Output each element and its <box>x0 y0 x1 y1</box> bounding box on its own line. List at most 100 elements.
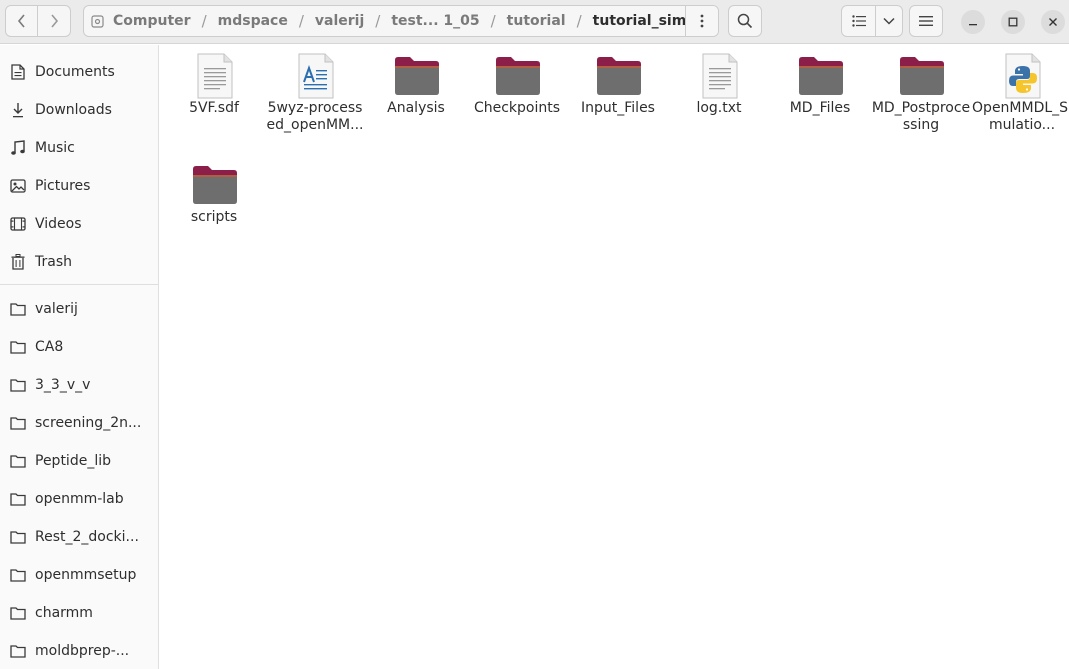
path-menu-button[interactable] <box>685 6 718 36</box>
sidebar-item-label: 3_3_v_v <box>35 377 91 393</box>
sidebar-item-label: charmm <box>35 605 93 621</box>
breadcrumb-separator: / <box>490 12 496 30</box>
folder-icon <box>193 166 237 204</box>
search-icon <box>737 13 753 29</box>
sidebar-item-videos[interactable]: Videos <box>0 205 158 243</box>
folder-icon <box>9 490 27 508</box>
text-file-icon <box>197 53 233 99</box>
folder-item[interactable]: MD_Postprocessing <box>870 45 970 153</box>
file-grid: 5VF.sdf 5wyz-processed_openMM... Analysi… <box>160 45 1069 669</box>
sidebar-item-label: Downloads <box>35 102 112 118</box>
folder-icon <box>395 57 439 95</box>
sidebar-item-label: screening_2n... <box>35 415 142 431</box>
music-icon <box>9 139 27 157</box>
forward-button[interactable] <box>38 5 71 37</box>
sidebar-item-pictures[interactable]: Pictures <box>0 167 158 205</box>
view-options-dropdown[interactable] <box>875 5 903 37</box>
breadcrumb-test[interactable]: test... 1_05 <box>387 13 483 29</box>
folder-icon <box>9 300 27 318</box>
close-icon <box>1049 18 1057 26</box>
sidebar-separator <box>0 284 158 285</box>
maximize-icon <box>1008 17 1018 27</box>
folder-icon <box>9 528 27 546</box>
file-item[interactable]: OpenMMDL_Simulatio... <box>971 45 1069 153</box>
file-item[interactable]: 5VF.sdf <box>163 45 263 153</box>
sidebar-item-label: valerij <box>35 301 78 317</box>
sidebar-bookmark[interactable]: charmm <box>0 594 158 632</box>
breadcrumb-tutorial[interactable]: tutorial <box>503 13 570 29</box>
folder-item[interactable]: scripts <box>163 154 263 234</box>
file-name: MD_Postprocessing <box>871 100 971 133</box>
sidebar-item-label: Trash <box>35 254 72 270</box>
sidebar-bookmark[interactable]: CA8 <box>0 328 158 366</box>
folder-icon <box>9 604 27 622</box>
sidebar-item-label: openmm-lab <box>35 491 124 507</box>
folder-icon <box>9 642 27 660</box>
sidebar-bookmark[interactable]: openmm-lab <box>0 480 158 518</box>
sidebar-bookmark[interactable]: 3_3_v_v <box>0 366 158 404</box>
sidebar: Documents Downloads Music Pictures Video… <box>0 45 159 669</box>
sidebar-bookmark[interactable]: screening_2n... <box>0 404 158 442</box>
sidebar-item-trash[interactable]: Trash <box>0 243 158 281</box>
sidebar-item-label: CA8 <box>35 339 64 355</box>
file-name: log.txt <box>696 100 742 116</box>
drive-icon <box>91 14 104 28</box>
breadcrumb-separator: / <box>576 12 582 30</box>
folder-item[interactable]: Checkpoints <box>466 45 566 153</box>
sidebar-bookmark[interactable]: valerij <box>0 290 158 328</box>
list-view-button[interactable] <box>841 5 876 37</box>
breadcrumb-separator: / <box>201 12 207 30</box>
breadcrumb-valerij[interactable]: valerij <box>311 13 368 29</box>
sidebar-item-music[interactable]: Music <box>0 129 158 167</box>
sidebar-item-label: Documents <box>35 64 115 80</box>
folder-icon <box>799 57 843 95</box>
minimize-button[interactable] <box>961 10 985 34</box>
folder-item[interactable]: Analysis <box>365 45 465 153</box>
chevron-down-icon <box>883 17 895 25</box>
download-icon <box>9 101 27 119</box>
sidebar-bookmark[interactable]: openmmsetup <box>0 556 158 594</box>
folder-icon <box>9 452 27 470</box>
sidebar-item-label: Peptide_lib <box>35 453 111 469</box>
file-item[interactable]: 5wyz-processed_openMM... <box>264 45 364 153</box>
file-name: MD_Files <box>789 100 851 116</box>
header-bar: Computer / mdspace / valerij / test... 1… <box>0 0 1069 44</box>
folder-icon <box>9 414 27 432</box>
path-bar: Computer / mdspace / valerij / test... 1… <box>83 5 719 37</box>
list-view-icon <box>851 15 866 27</box>
folder-item[interactable]: MD_Files <box>769 45 869 153</box>
sidebar-item-label: openmmsetup <box>35 567 137 583</box>
file-item[interactable]: log.txt <box>668 45 768 153</box>
file-name: OpenMMDL_Simulatio... <box>972 100 1069 133</box>
folder-icon <box>9 338 27 356</box>
sidebar-bookmark[interactable]: moldbprep-... <box>0 632 158 669</box>
folder-icon <box>9 376 27 394</box>
breadcrumb-computer[interactable]: Computer <box>109 13 195 29</box>
breadcrumb-mdspace[interactable]: mdspace <box>214 13 292 29</box>
file-name: Input_Files <box>581 100 655 116</box>
maximize-button[interactable] <box>1001 10 1025 34</box>
sidebar-item-downloads[interactable]: Downloads <box>0 91 158 129</box>
folder-icon <box>9 566 27 584</box>
chevron-left-icon <box>17 14 25 28</box>
close-button[interactable] <box>1041 10 1065 34</box>
sidebar-item-label: moldbprep-... <box>35 643 130 659</box>
sidebar-item-label: Pictures <box>35 178 91 194</box>
back-button[interactable] <box>5 5 38 37</box>
file-name: Checkpoints <box>473 100 561 116</box>
kebab-menu-icon <box>700 14 704 28</box>
file-name: Analysis <box>387 100 445 116</box>
sidebar-bookmark[interactable]: Peptide_lib <box>0 442 158 480</box>
sidebar-bookmark[interactable]: Rest_2_docki... <box>0 518 158 556</box>
video-icon <box>9 215 27 233</box>
folder-icon <box>496 57 540 95</box>
python-file-icon <box>1005 53 1041 99</box>
breadcrumb-separator: / <box>375 12 381 30</box>
sidebar-item-documents[interactable]: Documents <box>0 53 158 91</box>
hamburger-menu-icon <box>919 16 933 26</box>
search-button[interactable] <box>728 5 762 37</box>
sidebar-item-label: Videos <box>35 216 82 232</box>
folder-item[interactable]: Input_Files <box>567 45 667 153</box>
text-file-icon <box>702 53 738 99</box>
main-menu-button[interactable] <box>909 5 943 37</box>
